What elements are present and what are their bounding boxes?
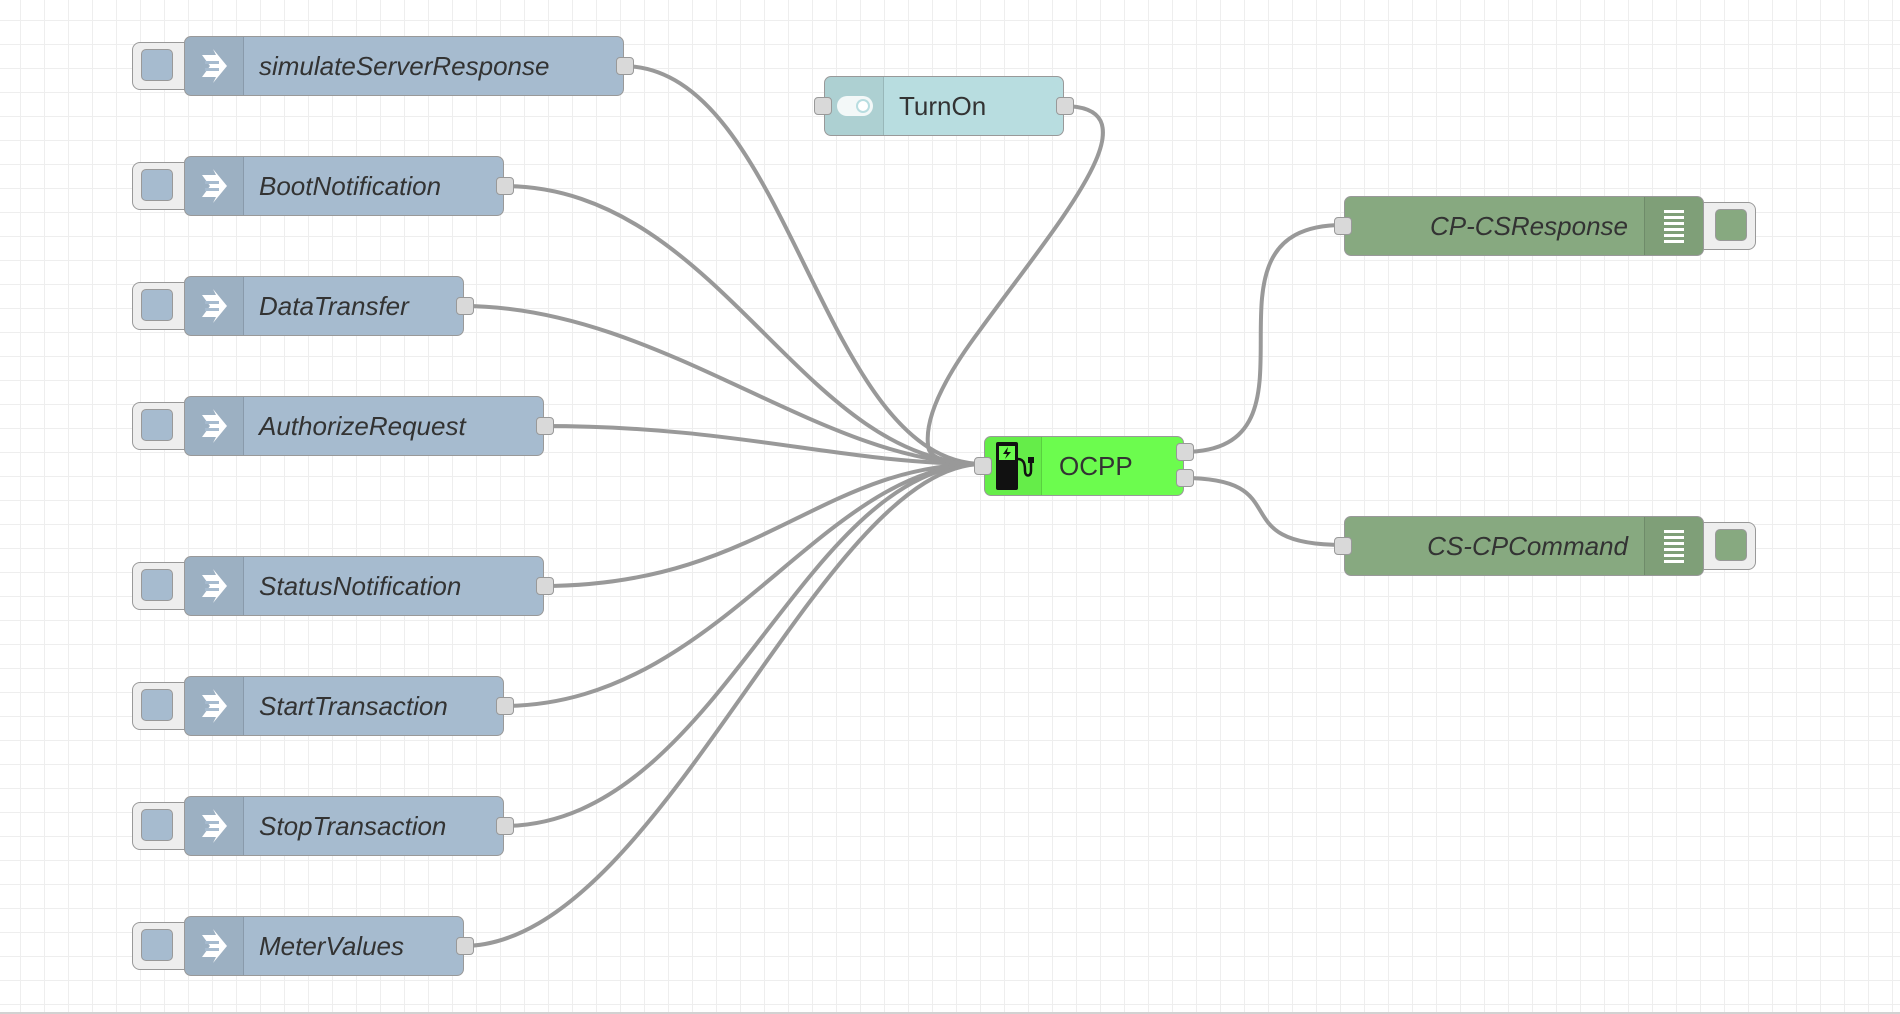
inject-arrow-icon (185, 157, 244, 215)
output-port-2[interactable] (1176, 469, 1194, 487)
wire-authorize-to-ocpp[interactable] (542, 424, 984, 466)
node-label: MeterValues (259, 931, 404, 961)
inject-node-metervalues[interactable]: MeterValues (132, 916, 474, 976)
inject-arrow-icon (185, 917, 244, 975)
node-label: DataTransfer (259, 291, 409, 321)
node-label: simulateServerResponse (259, 51, 550, 81)
output-port[interactable] (536, 417, 554, 435)
debug-node-cs-cpcommand[interactable]: CS-CPCommand (1334, 516, 1756, 576)
node-label: AuthorizeRequest (259, 411, 466, 441)
inject-arrow-icon (185, 277, 244, 335)
output-port[interactable] (496, 697, 514, 715)
inject-node-authorizerequest[interactable]: AuthorizeRequest (132, 396, 554, 456)
input-port[interactable] (974, 457, 992, 475)
input-port[interactable] (1334, 537, 1352, 555)
output-port[interactable] (496, 177, 514, 195)
node-label: StartTransaction (259, 691, 448, 721)
toggle-node-turnon[interactable]: TurnOn (814, 76, 1074, 136)
node-label: StatusNotification (259, 571, 462, 601)
flow-canvas[interactable]: simulateServerResponse BootNotification … (0, 0, 1900, 1012)
inject-node-stoptransaction[interactable]: StopTransaction (132, 796, 514, 856)
ocpp-node[interactable]: OCPP (974, 436, 1194, 496)
inject-node-datatransfer[interactable]: DataTransfer (132, 276, 474, 336)
inject-node-statusnotification[interactable]: StatusNotification (132, 556, 554, 616)
input-port[interactable] (1334, 217, 1352, 235)
wires-layer (462, 64, 1344, 948)
inject-arrow-icon (185, 397, 244, 455)
toggle-switch-icon (825, 77, 884, 135)
node-label: CS-CPCommand (1427, 531, 1628, 561)
output-port[interactable] (496, 817, 514, 835)
node-label: StopTransaction (259, 811, 447, 841)
wire-turnon-to-ocpp[interactable] (925, 104, 1105, 466)
wire-stop-to-ocpp[interactable] (502, 462, 984, 828)
inject-arrow-icon (185, 677, 244, 735)
node-label: OCPP (1059, 451, 1133, 481)
node-label: BootNotification (259, 171, 442, 201)
wire-ocpp-to-cpcsresponse[interactable] (1182, 223, 1344, 454)
inject-arrow-icon (185, 797, 244, 855)
inject-node-bootnotification[interactable]: BootNotification (132, 156, 514, 216)
inject-node-starttransaction[interactable]: StartTransaction (132, 676, 514, 736)
output-port[interactable] (456, 297, 474, 315)
inject-arrow-icon (185, 557, 244, 615)
output-port[interactable] (616, 57, 634, 75)
wire-ocpp-to-cscpcommand[interactable] (1182, 476, 1344, 547)
wire-boot-to-ocpp[interactable] (502, 184, 984, 466)
charging-station-icon (985, 437, 1042, 495)
inject-arrow-icon (185, 37, 244, 95)
output-port-1[interactable] (1176, 443, 1194, 461)
inject-node-simulateserverresponse[interactable]: simulateServerResponse (132, 36, 634, 96)
output-port[interactable] (1056, 97, 1074, 115)
debug-list-icon (1644, 197, 1703, 255)
debug-node-cp-csresponse[interactable]: CP-CSResponse (1334, 196, 1756, 256)
debug-list-icon (1644, 517, 1703, 575)
output-port[interactable] (456, 937, 474, 955)
input-port[interactable] (814, 97, 832, 115)
node-label: CP-CSResponse (1430, 211, 1628, 241)
output-port[interactable] (536, 577, 554, 595)
node-label: TurnOn (899, 91, 987, 121)
